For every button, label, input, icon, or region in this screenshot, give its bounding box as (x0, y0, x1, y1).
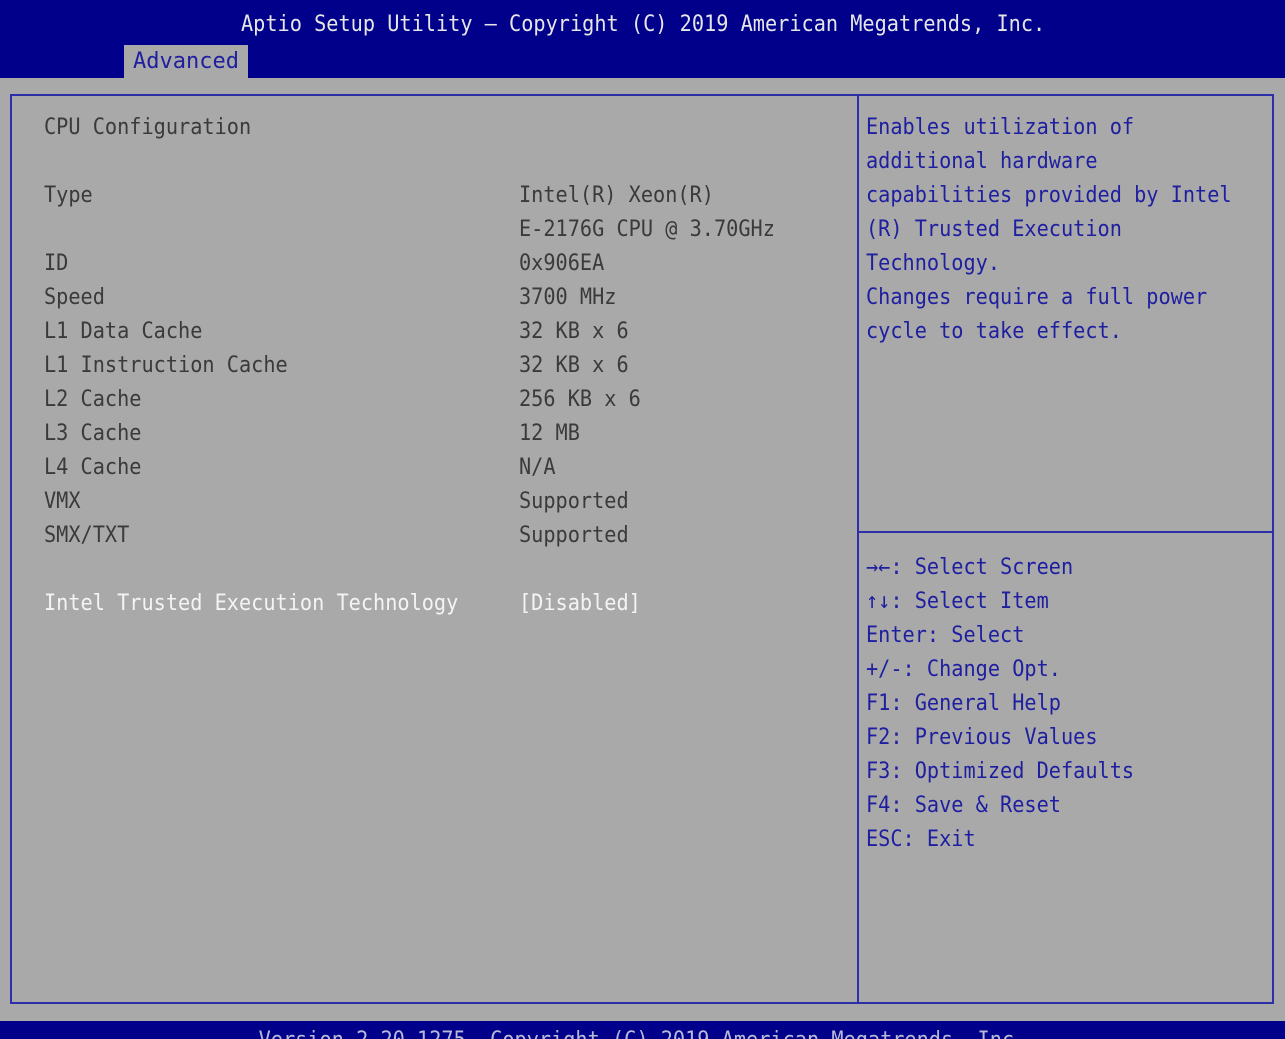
vertical-divider (857, 94, 859, 1004)
smx-txt-label: SMX/TXT (44, 523, 130, 548)
smx-txt-value: Supported (519, 523, 629, 548)
trusted-execution-setting-label[interactable]: Intel Trusted Execution Technology (44, 587, 458, 621)
vmx-label: VMX (44, 489, 81, 514)
cpu-id-value: 0x906EA (519, 251, 605, 276)
key-help-f3: F3: Optimized Defaults (866, 759, 1135, 784)
app-title: Aptio Setup Utility – Copyright (C) 2019… (240, 12, 1046, 37)
help-text-line: Changes require a full power (866, 285, 1208, 310)
help-text-line: capabilities provided by Intel (866, 183, 1232, 208)
cpu-type-label: Type (44, 183, 93, 208)
key-help-esc: ESC: Exit (866, 827, 976, 852)
l1-instruction-cache-value: 32 KB x 6 (519, 353, 629, 378)
key-help-change-opt: +/-: Change Opt. (866, 657, 1061, 682)
cpu-type-value: Intel(R) Xeon(R) (519, 183, 714, 208)
cpu-type-value-line2: E-2176G CPU @ 3.70GHz (519, 217, 775, 242)
key-help-select-screen: →←: Select Screen (866, 555, 1074, 580)
title-bar: Aptio Setup Utility – Copyright (C) 2019… (0, 0, 1285, 78)
key-help-f4: F4: Save & Reset (866, 793, 1061, 818)
help-text-line: Technology. (866, 251, 1001, 276)
key-help-select-item: ↑↓: Select Item (866, 589, 1049, 614)
section-title: CPU Configuration (44, 115, 252, 140)
tab-advanced[interactable]: Advanced (124, 45, 248, 78)
key-help-f1: F1: General Help (866, 691, 1061, 716)
key-help-f2: F2: Previous Values (866, 725, 1098, 750)
help-text-line: (R) Trusted Execution (866, 217, 1122, 242)
l3-cache-label: L3 Cache (44, 421, 142, 446)
help-divider (859, 531, 1274, 533)
cpu-speed-label: Speed (44, 285, 105, 310)
trusted-execution-setting-value[interactable]: [Disabled] (519, 587, 641, 621)
l2-cache-value: 256 KB x 6 (519, 387, 641, 412)
l1-data-cache-label: L1 Data Cache (44, 319, 203, 344)
l2-cache-label: L2 Cache (44, 387, 142, 412)
l1-data-cache-value: 32 KB x 6 (519, 319, 629, 344)
l1-instruction-cache-label: L1 Instruction Cache (44, 353, 288, 378)
l3-cache-value: 12 MB (519, 421, 580, 446)
cpu-id-label: ID (44, 251, 69, 276)
key-help-enter: Enter: Select (866, 623, 1025, 648)
l4-cache-label: L4 Cache (44, 455, 142, 480)
cpu-speed-value: 3700 MHz (519, 285, 617, 310)
help-text-line: additional hardware (866, 149, 1098, 174)
help-text-line: cycle to take effect. (866, 319, 1122, 344)
vmx-value: Supported (519, 489, 629, 514)
footer-bar: Version 2.20.1275. Copyright (C) 2019 Am… (0, 1021, 1285, 1039)
footer-version: Version 2.20.1275. Copyright (C) 2019 Am… (51, 1024, 1233, 1039)
help-text-line: Enables utilization of (866, 115, 1135, 140)
l4-cache-value: N/A (519, 455, 556, 480)
